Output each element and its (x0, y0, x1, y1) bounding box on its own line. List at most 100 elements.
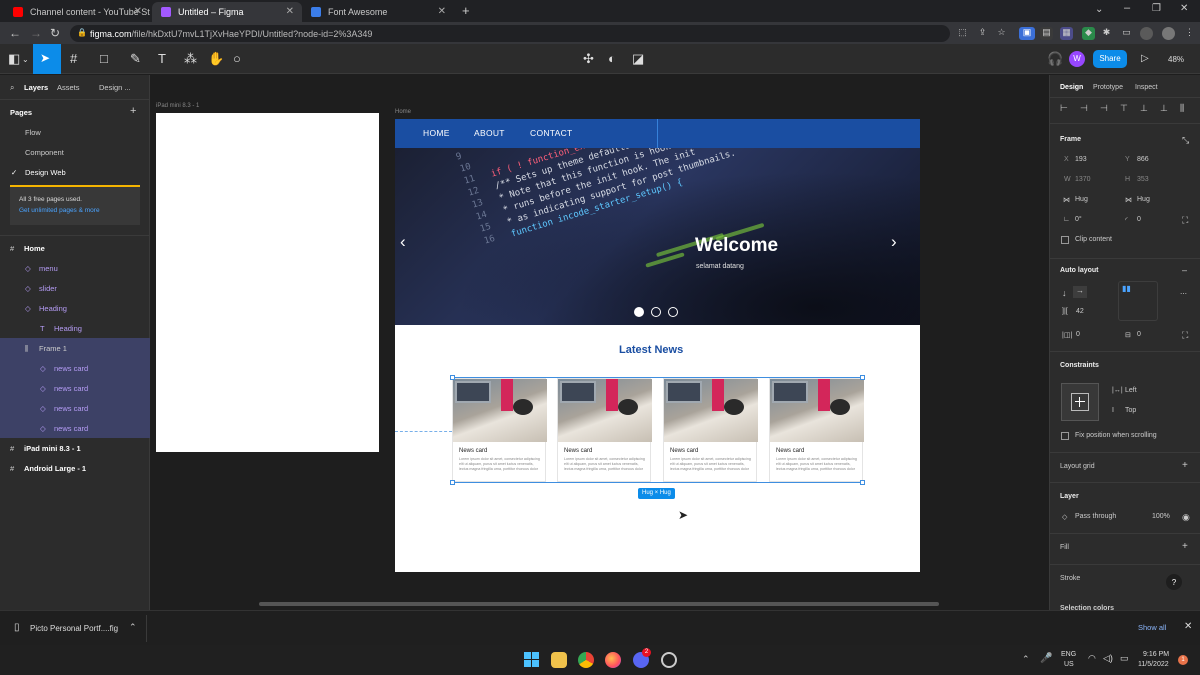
zoom-level[interactable]: 48% (1168, 55, 1184, 64)
align-bottom-icon[interactable]: ⊥ (1160, 103, 1168, 114)
visibility-eye-icon[interactable]: ◉ (1182, 512, 1190, 523)
page-component[interactable]: Component (25, 148, 64, 157)
windows-start-icon[interactable] (524, 652, 540, 668)
minimize-icon[interactable]: – (1124, 2, 1130, 14)
profile-avatar[interactable] (1140, 27, 1153, 40)
constraints-widget[interactable] (1061, 383, 1099, 421)
language-code[interactable]: ENG (1061, 651, 1076, 658)
layer-row[interactable]: # iPad mini 8.3 - 1 (0, 438, 150, 458)
slider-prev-icon[interactable]: ‹ (400, 232, 406, 252)
add-layout-grid-icon[interactable]: + (1182, 460, 1188, 471)
clock-date[interactable]: 11/5/2022 (1138, 661, 1169, 668)
vertical-constraint-dropdown[interactable]: Top (1125, 407, 1136, 414)
auto-layout-more-icon[interactable]: ⋯ (1180, 290, 1187, 298)
battery-icon[interactable]: ▭ (1120, 653, 1129, 664)
layer-row[interactable]: ⫼ Frame 1 (0, 338, 150, 358)
slider-dot[interactable] (651, 307, 661, 317)
reading-list-icon[interactable]: ▭ (1120, 27, 1133, 40)
discord-icon[interactable]: 2 (633, 648, 651, 668)
tab-font-awesome[interactable]: Font Awesome ✕ (302, 2, 454, 22)
obs-icon[interactable] (661, 652, 677, 668)
design-canvas[interactable]: iPad mini 8.3 - 1 Home HOME ABOUT CONTAC… (151, 75, 1049, 610)
move-tool-button[interactable]: ➤ (33, 44, 61, 74)
x-field[interactable]: 193 (1075, 156, 1087, 163)
notification-badge[interactable]: 1 (1178, 655, 1188, 665)
tab-layers[interactable]: Layers (24, 83, 48, 92)
resize-to-fit-icon[interactable]: ⤡ (1182, 135, 1189, 146)
direction-horizontal-icon[interactable]: → (1073, 286, 1087, 298)
frame-tool-icon[interactable]: # (70, 51, 77, 66)
clip-content-checkbox[interactable] (1061, 236, 1069, 244)
search-icon[interactable]: ⌕ (10, 83, 14, 93)
width-hug-dropdown[interactable]: Hug (1075, 196, 1088, 203)
height-hug-dropdown[interactable]: Hug (1137, 196, 1150, 203)
volume-icon[interactable]: ◁) (1103, 653, 1113, 664)
auto-layout-label[interactable]: Auto layout (1060, 267, 1099, 274)
align-top-icon[interactable]: ⊤ (1120, 103, 1128, 114)
layer-row[interactable]: ◇ news card (0, 418, 150, 438)
close-icon[interactable]: ✕ (438, 6, 446, 17)
tab-figma[interactable]: Untitled – Figma ✕ (152, 2, 302, 22)
help-button[interactable]: ? (1166, 574, 1182, 590)
layer-row[interactable]: ◇ news card (0, 398, 150, 418)
extension-badge-icon[interactable]: ▦ (1060, 27, 1073, 40)
independent-corners-icon[interactable]: ⛶ (1182, 215, 1188, 226)
tab-inspect[interactable]: Inspect (1135, 84, 1158, 91)
resize-handle[interactable] (450, 480, 455, 485)
chevron-down-icon[interactable]: ⌄ (22, 55, 29, 64)
chevron-up-icon[interactable]: ⌃ (129, 622, 137, 633)
browser-menu-icon[interactable]: ⋮ (1183, 27, 1196, 40)
file-explorer-icon[interactable] (551, 652, 567, 668)
spacing-field[interactable]: 42 (1076, 308, 1084, 315)
page-flow[interactable]: Flow (25, 128, 41, 137)
opacity-field[interactable]: 100% (1152, 513, 1170, 520)
blend-mode-dropdown[interactable]: Pass through (1075, 513, 1116, 520)
news-card[interactable]: News card Lorem ipsum dolor sit amet, co… (769, 378, 864, 482)
direction-vertical-icon[interactable]: ↓ (1062, 288, 1067, 298)
component-icon[interactable]: ✣ (583, 51, 594, 67)
remove-auto-layout-icon[interactable]: – (1182, 265, 1187, 275)
pen-tool-icon[interactable]: ✎ (130, 51, 141, 67)
audio-icon[interactable]: 🎧 (1047, 51, 1063, 67)
url-field[interactable]: 🔒 figma.com/file/hkDxtU7mvL1TjXvHaeYPDI/… (70, 25, 950, 42)
news-card[interactable]: News card Lorem ipsum dolor sit amet, co… (452, 378, 547, 482)
layer-row[interactable]: ◇ slider (0, 278, 150, 298)
resize-handle[interactable] (450, 375, 455, 380)
microphone-icon[interactable]: 🎤 (1040, 653, 1052, 664)
nav-about[interactable]: ABOUT (474, 128, 505, 138)
frame-section-label[interactable]: Frame (1060, 136, 1081, 143)
comment-tool-icon[interactable]: ○ (233, 51, 241, 66)
share-button[interactable]: Share (1093, 50, 1127, 68)
close-window-icon[interactable]: ✕ (1180, 3, 1188, 14)
tab-assets[interactable]: Assets (57, 83, 80, 92)
chevron-up-icon[interactable]: ⌃ (1022, 654, 1030, 665)
home-frame-label[interactable]: Home (395, 109, 411, 115)
forward-icon[interactable]: → (30, 26, 42, 40)
extension-new-icon[interactable]: ▣ (1019, 27, 1035, 40)
y-field[interactable]: 866 (1137, 156, 1149, 163)
vertical-padding-field[interactable]: 0 (1137, 331, 1141, 338)
horizontal-constraint-dropdown[interactable]: Left (1125, 387, 1137, 394)
upgrade-link[interactable]: Get unlimited pages & more (19, 207, 100, 214)
add-fill-icon[interactable]: + (1182, 541, 1188, 552)
chrome-icon[interactable] (578, 652, 594, 668)
home-frame[interactable]: HOME ABOUT CONTACT 9if ( ! function_exis… (395, 119, 920, 572)
figma-menu-icon[interactable]: ◧ (8, 51, 20, 67)
bookmark-star-icon[interactable]: ☆ (995, 27, 1008, 40)
layout-grid-label[interactable]: Layout grid (1060, 463, 1095, 470)
layer-row[interactable]: # Home (0, 238, 150, 258)
distribute-icon[interactable]: ⫼ (1180, 103, 1184, 114)
hero-slider[interactable]: 9if ( ! function_exists(10/** Sets up th… (395, 148, 920, 325)
shape-tool-icon[interactable]: □ (100, 51, 108, 66)
resources-icon[interactable]: ⁂ (184, 51, 197, 67)
user-avatar[interactable]: W (1069, 51, 1085, 67)
back-icon[interactable]: ← (9, 26, 21, 40)
new-tab-icon[interactable]: + (462, 3, 470, 18)
tab-youtube-studio[interactable]: Channel content - YouTube Studi ✕ (4, 2, 150, 22)
hand-tool-icon[interactable]: ✋ (208, 51, 224, 67)
individual-padding-icon[interactable]: ⛶ (1182, 330, 1188, 341)
tab-search-icon[interactable]: ⌄ (1095, 4, 1103, 15)
ipad-frame[interactable] (156, 113, 379, 452)
layer-row[interactable]: T Heading (0, 318, 150, 338)
align-center-h-icon[interactable]: ⊣ (1080, 103, 1088, 114)
